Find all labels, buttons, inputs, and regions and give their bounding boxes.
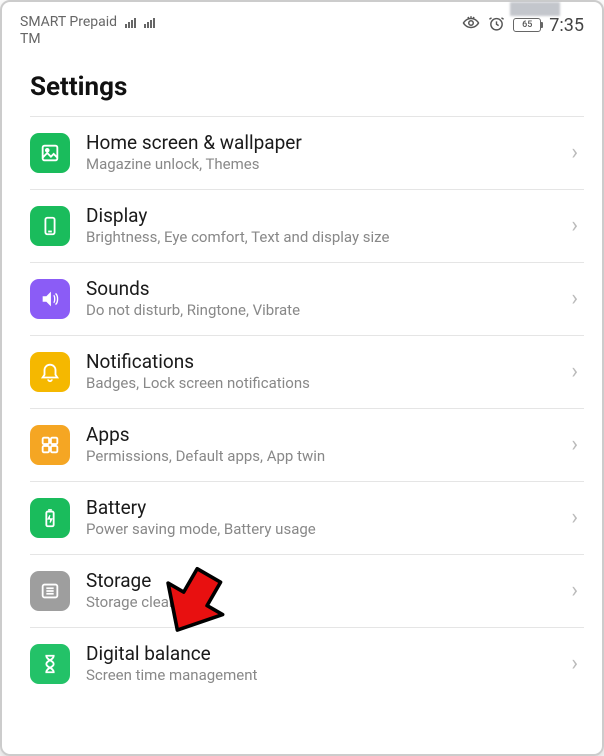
item-title: Battery xyxy=(86,496,555,520)
chevron-right-icon: › xyxy=(571,213,584,238)
apps-icon xyxy=(30,425,70,465)
item-title: Notifications xyxy=(86,350,555,374)
item-subtitle: Magazine unlock, Themes xyxy=(86,154,555,174)
item-subtitle: Storage cleaner xyxy=(86,592,555,612)
page-title: Settings xyxy=(2,52,602,116)
settings-item-digital-balance[interactable]: Digital balance Screen time management › xyxy=(30,627,584,700)
settings-list: Home screen & wallpaper Magazine unlock,… xyxy=(2,116,602,700)
item-subtitle: Permissions, Default apps, App twin xyxy=(86,446,555,466)
settings-item-storage[interactable]: Storage Storage cleaner › xyxy=(30,554,584,627)
signal-icon-2 xyxy=(144,16,155,28)
settings-item-display[interactable]: Display Brightness, Eye comfort, Text an… xyxy=(30,189,584,262)
chevron-right-icon: › xyxy=(571,651,584,676)
clock-time: 7:35 xyxy=(549,15,584,36)
settings-item-notifications[interactable]: Notifications Badges, Lock screen notifi… xyxy=(30,335,584,408)
item-title: Digital balance xyxy=(86,642,555,666)
chevron-right-icon: › xyxy=(571,359,584,384)
signal-icon-1 xyxy=(125,16,136,28)
item-title: Sounds xyxy=(86,277,555,301)
settings-item-home-screen[interactable]: Home screen & wallpaper Magazine unlock,… xyxy=(30,116,584,189)
item-subtitle: Do not disturb, Ringtone, Vibrate xyxy=(86,300,555,320)
status-left: SMART Prepaid TM xyxy=(20,14,155,48)
status-right: 65 7:35 xyxy=(462,14,584,36)
display-icon xyxy=(30,206,70,246)
carrier-label-1: SMART Prepaid xyxy=(20,14,117,31)
settings-item-battery[interactable]: Battery Power saving mode, Battery usage… xyxy=(30,481,584,554)
item-title: Apps xyxy=(86,423,555,447)
eye-comfort-icon xyxy=(462,14,480,36)
digital-balance-icon xyxy=(30,644,70,684)
chevron-right-icon: › xyxy=(571,578,584,603)
item-title: Display xyxy=(86,204,555,228)
wallpaper-icon xyxy=(30,133,70,173)
chevron-right-icon: › xyxy=(571,432,584,457)
item-subtitle: Screen time management xyxy=(86,665,555,685)
item-title: Home screen & wallpaper xyxy=(86,131,555,155)
settings-item-apps[interactable]: Apps Permissions, Default apps, App twin… xyxy=(30,408,584,481)
blur-overlay xyxy=(510,2,560,16)
sounds-icon xyxy=(30,279,70,319)
item-subtitle: Badges, Lock screen notifications xyxy=(86,373,555,393)
battery-indicator-icon: 65 xyxy=(513,18,541,32)
item-subtitle: Power saving mode, Battery usage xyxy=(86,519,555,539)
storage-icon xyxy=(30,571,70,611)
chevron-right-icon: › xyxy=(571,140,584,165)
item-title: Storage xyxy=(86,569,555,593)
carrier-label-2: TM xyxy=(20,31,155,48)
alarm-icon xyxy=(488,15,505,36)
battery-level: 65 xyxy=(522,20,532,30)
chevron-right-icon: › xyxy=(571,505,584,530)
item-subtitle: Brightness, Eye comfort, Text and displa… xyxy=(86,227,555,247)
chevron-right-icon: › xyxy=(571,286,584,311)
notifications-icon xyxy=(30,352,70,392)
settings-item-sounds[interactable]: Sounds Do not disturb, Ringtone, Vibrate… xyxy=(30,262,584,335)
battery-icon xyxy=(30,498,70,538)
